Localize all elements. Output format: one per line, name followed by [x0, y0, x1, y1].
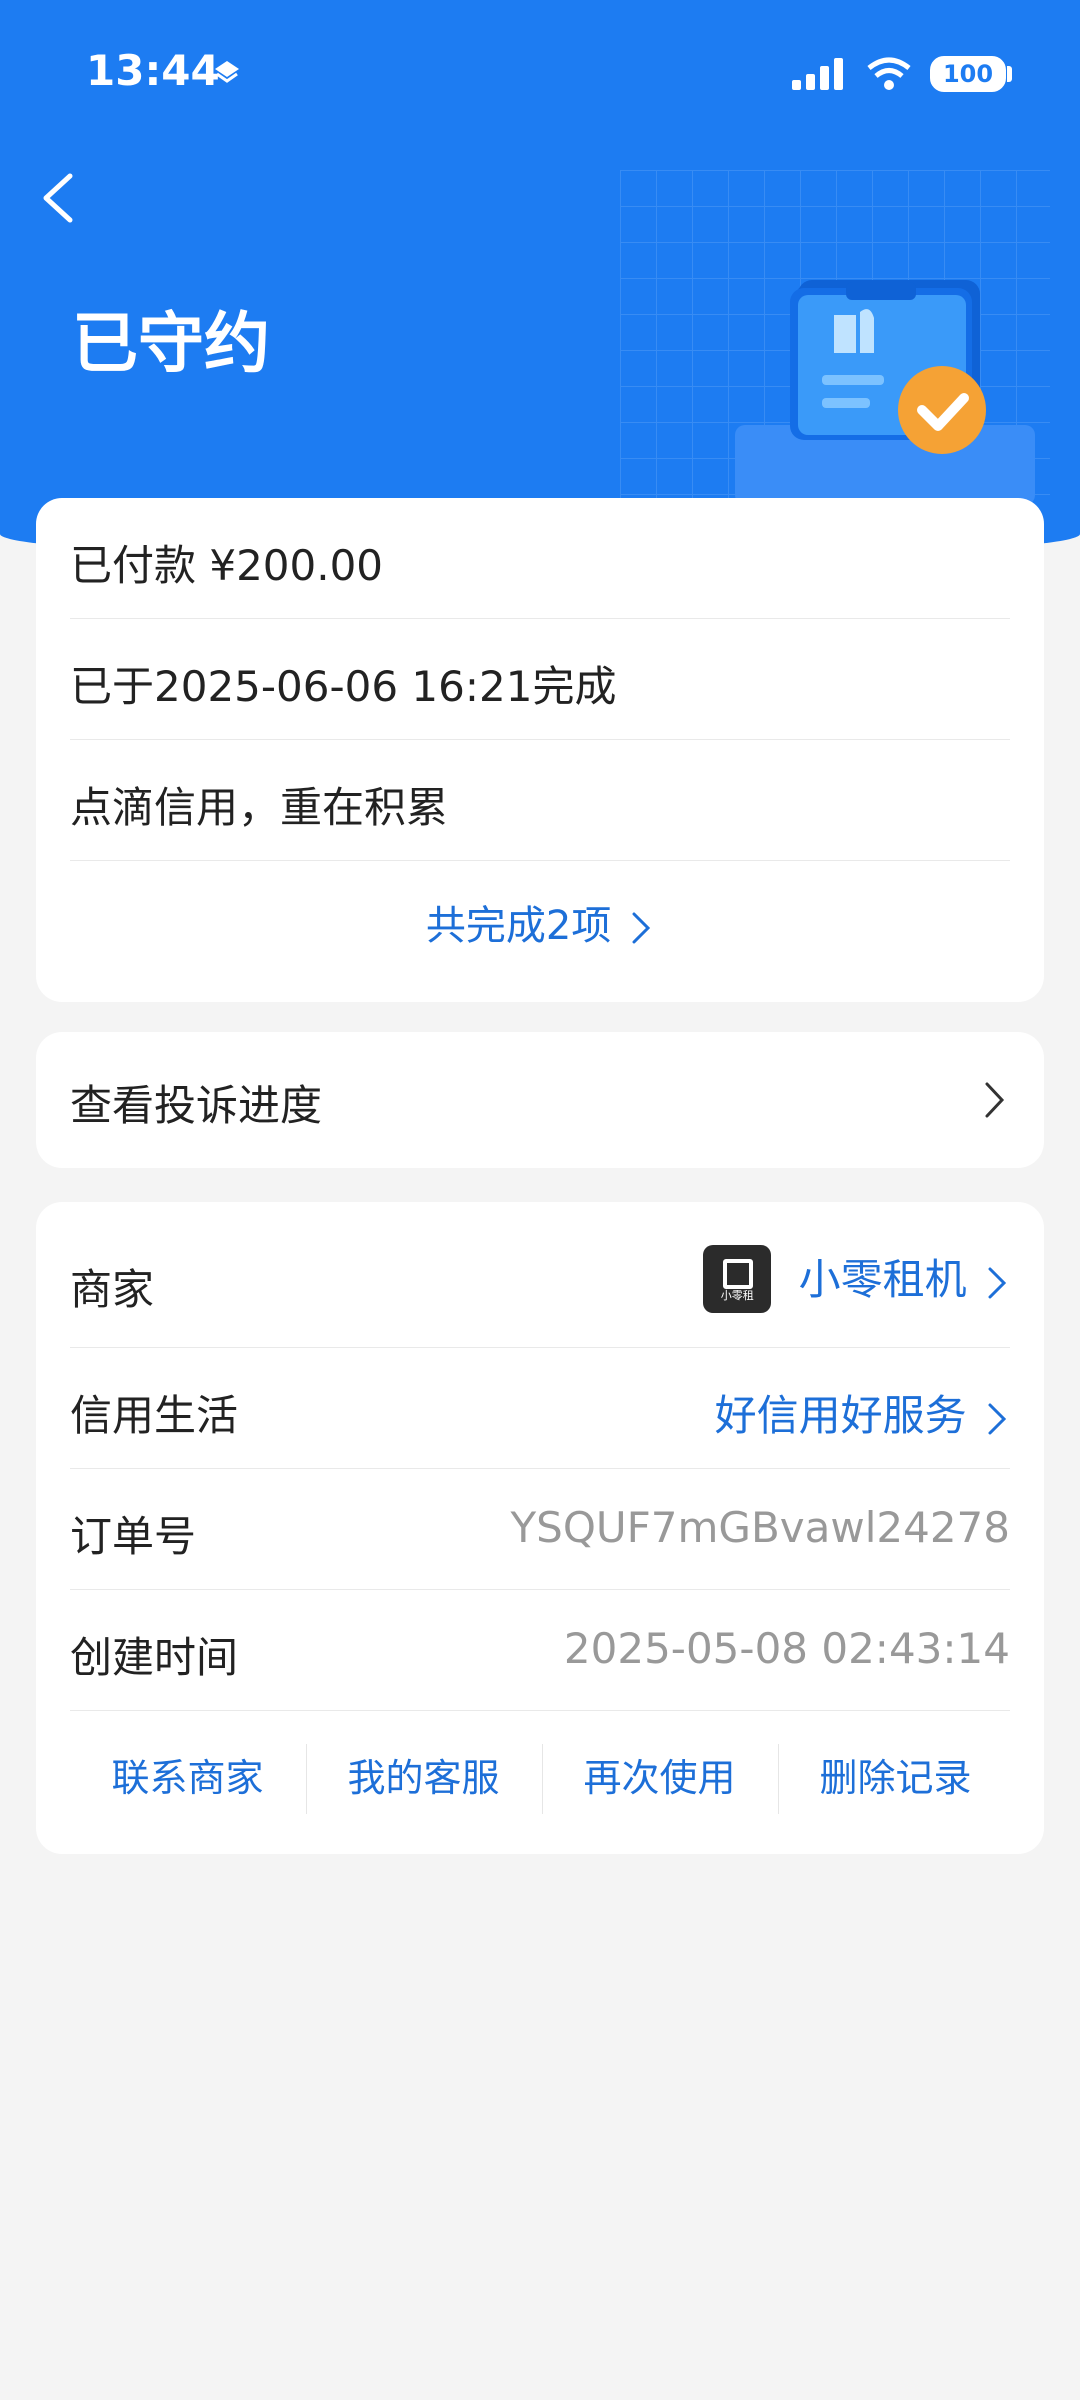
created-time-row: 创建时间 2025-05-08 02:43:14 — [70, 1590, 1010, 1711]
clipboard-check-illustration — [620, 170, 1050, 510]
completed-items-label: 共完成2项 — [425, 903, 612, 949]
status-time: 13:44 — [86, 46, 220, 95]
order-number-value: YSQUF7mGBvawl24278 — [510, 1503, 1011, 1552]
created-time-label: 创建时间 — [70, 1633, 239, 1682]
order-details-card: 商家 小零租 小零租机 信用生活 好信用好服务 订单号 YSQUF7mGBvaw… — [36, 1202, 1044, 1854]
paid-row: 已付款 ¥200.00 — [70, 498, 1010, 619]
chevron-right-icon — [988, 1403, 1007, 1434]
merchant-label: 商家 — [70, 1265, 155, 1314]
slogan-row: 点滴信用，重在积累 — [70, 740, 1010, 861]
layers-icon — [215, 61, 239, 83]
header-background: 13:44 100 已守约 — [0, 0, 1080, 560]
completed-time: 已于2025-06-06 16:21完成 — [70, 662, 617, 711]
credit-life-value-group: 好信用好服务 — [715, 1382, 1010, 1443]
back-button[interactable] — [30, 168, 90, 228]
wifi-icon — [867, 57, 911, 90]
order-number-label: 订单号 — [70, 1512, 197, 1561]
credit-life-label: 信用生活 — [70, 1391, 239, 1440]
merchant-row[interactable]: 商家 小零租 小零租机 — [70, 1202, 1010, 1348]
page-title: 已守约 — [72, 305, 270, 382]
use-again-button[interactable]: 再次使用 — [542, 1734, 777, 1822]
chevron-right-icon — [988, 1267, 1007, 1298]
order-number-row: 订单号 YSQUF7mGBvawl24278 — [70, 1469, 1010, 1590]
credit-slogan: 点滴信用，重在积累 — [70, 783, 449, 832]
status-bar: 13:44 100 — [0, 0, 1080, 130]
credit-life-row[interactable]: 信用生活 好信用好服务 — [70, 1348, 1010, 1469]
contact-merchant-button[interactable]: 联系商家 — [70, 1734, 305, 1822]
chevron-right-icon — [985, 1082, 1005, 1118]
merchant-logo-text: 小零租 — [720, 1288, 754, 1302]
summary-card: 已付款 ¥200.00 已于2025-06-06 16:21完成 点滴信用，重在… — [36, 498, 1044, 1002]
action-bar: 联系商家 我的客服 再次使用 删除记录 — [70, 1734, 1010, 1844]
created-time-value: 2025-05-08 02:43:14 — [563, 1624, 1010, 1673]
merchant-value-group: 小零租 小零租机 — [703, 1244, 1010, 1317]
chevron-right-icon — [632, 912, 651, 944]
delete-record-button[interactable]: 删除记录 — [778, 1734, 1013, 1822]
paid-amount: 已付款 ¥200.00 — [70, 541, 384, 590]
merchant-name-link: 小零租机 — [798, 1255, 967, 1304]
credit-life-link: 好信用好服务 — [714, 1391, 967, 1440]
completed-row: 已于2025-06-06 16:21完成 — [70, 619, 1010, 740]
merchant-logo: 小零租 — [703, 1244, 772, 1313]
battery-indicator: 100 — [930, 56, 1006, 92]
complaint-progress-label: 查看投诉进度 — [70, 1081, 323, 1130]
my-customer-service-button[interactable]: 我的客服 — [306, 1734, 541, 1822]
completed-items-link[interactable]: 共完成2项 — [36, 866, 1044, 986]
battery-tip — [1007, 66, 1012, 82]
complaint-card[interactable]: 查看投诉进度 — [36, 1032, 1044, 1168]
signal-icon — [792, 58, 843, 90]
